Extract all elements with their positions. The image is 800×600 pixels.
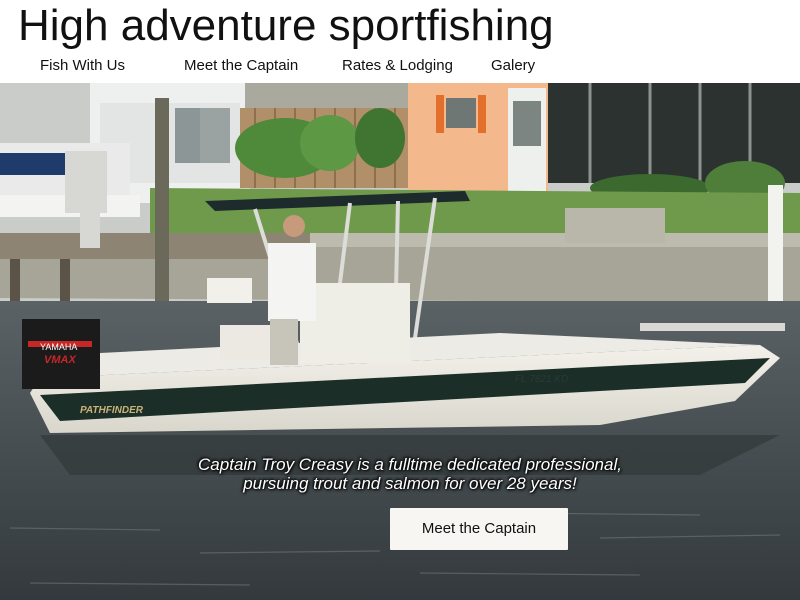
site-header: High adventure sportfishing Fish With Us…	[0, 0, 800, 83]
nav-meet-the-captain[interactable]: Meet the Captain	[184, 56, 298, 76]
site-title: High adventure sportfishing	[18, 1, 554, 50]
boat-brand-text: PATHFINDER	[80, 405, 144, 416]
motor-brand-text: YAMAHA	[40, 342, 77, 352]
nav-galery[interactable]: Galery	[491, 56, 535, 76]
hero-caption-line-1: Captain Troy Creasy is a fulltime dedica…	[198, 455, 622, 474]
meet-the-captain-button[interactable]: Meet the Captain	[390, 508, 568, 550]
nav-rates-lodging[interactable]: Rates & Lodging	[342, 56, 453, 76]
main-nav: Fish With Us Meet the Captain Rates & Lo…	[0, 56, 800, 78]
boat-registration-text: FL 7621 KD	[515, 374, 568, 385]
hero-banner: YAMAHA VMAX PATHFINDER FL 7621 KD Captai…	[0, 83, 800, 600]
hero-caption-line-2: pursuing trout and salmon for over 28 ye…	[243, 474, 577, 493]
hero-caption: Captain Troy Creasy is a fulltime dedica…	[150, 455, 670, 493]
motor-model-text: VMAX	[44, 354, 76, 366]
nav-fish-with-us[interactable]: Fish With Us	[40, 56, 125, 76]
